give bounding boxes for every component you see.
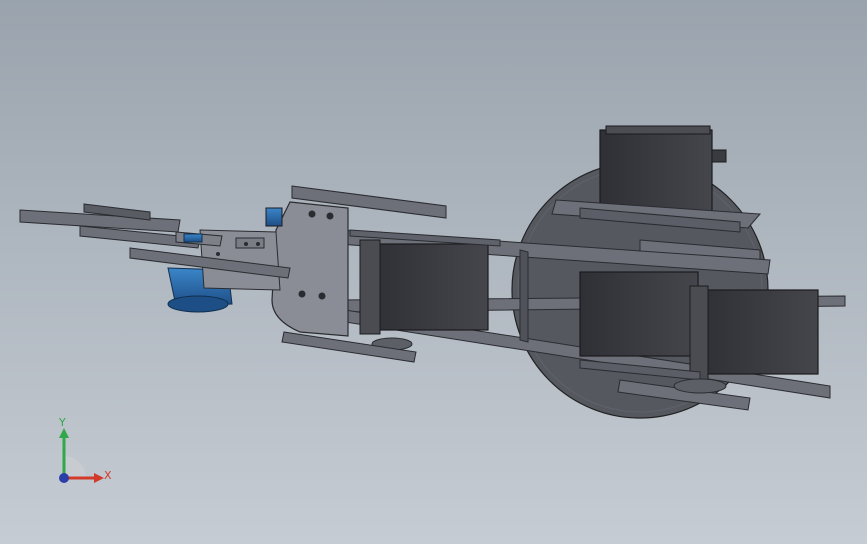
y-axis-label: Y: [59, 416, 66, 429]
coordinate-triad: Y X: [50, 416, 120, 490]
z-axis-dot: [59, 473, 69, 483]
y-axis-arrowhead: [59, 428, 69, 438]
cad-scene: [19, 125, 846, 419]
x-axis-arrowhead: [94, 473, 104, 483]
x-axis-label: X: [104, 469, 112, 482]
3d-viewport[interactable]: Y X: [0, 0, 867, 544]
gripper-assembly: [19, 203, 291, 291]
